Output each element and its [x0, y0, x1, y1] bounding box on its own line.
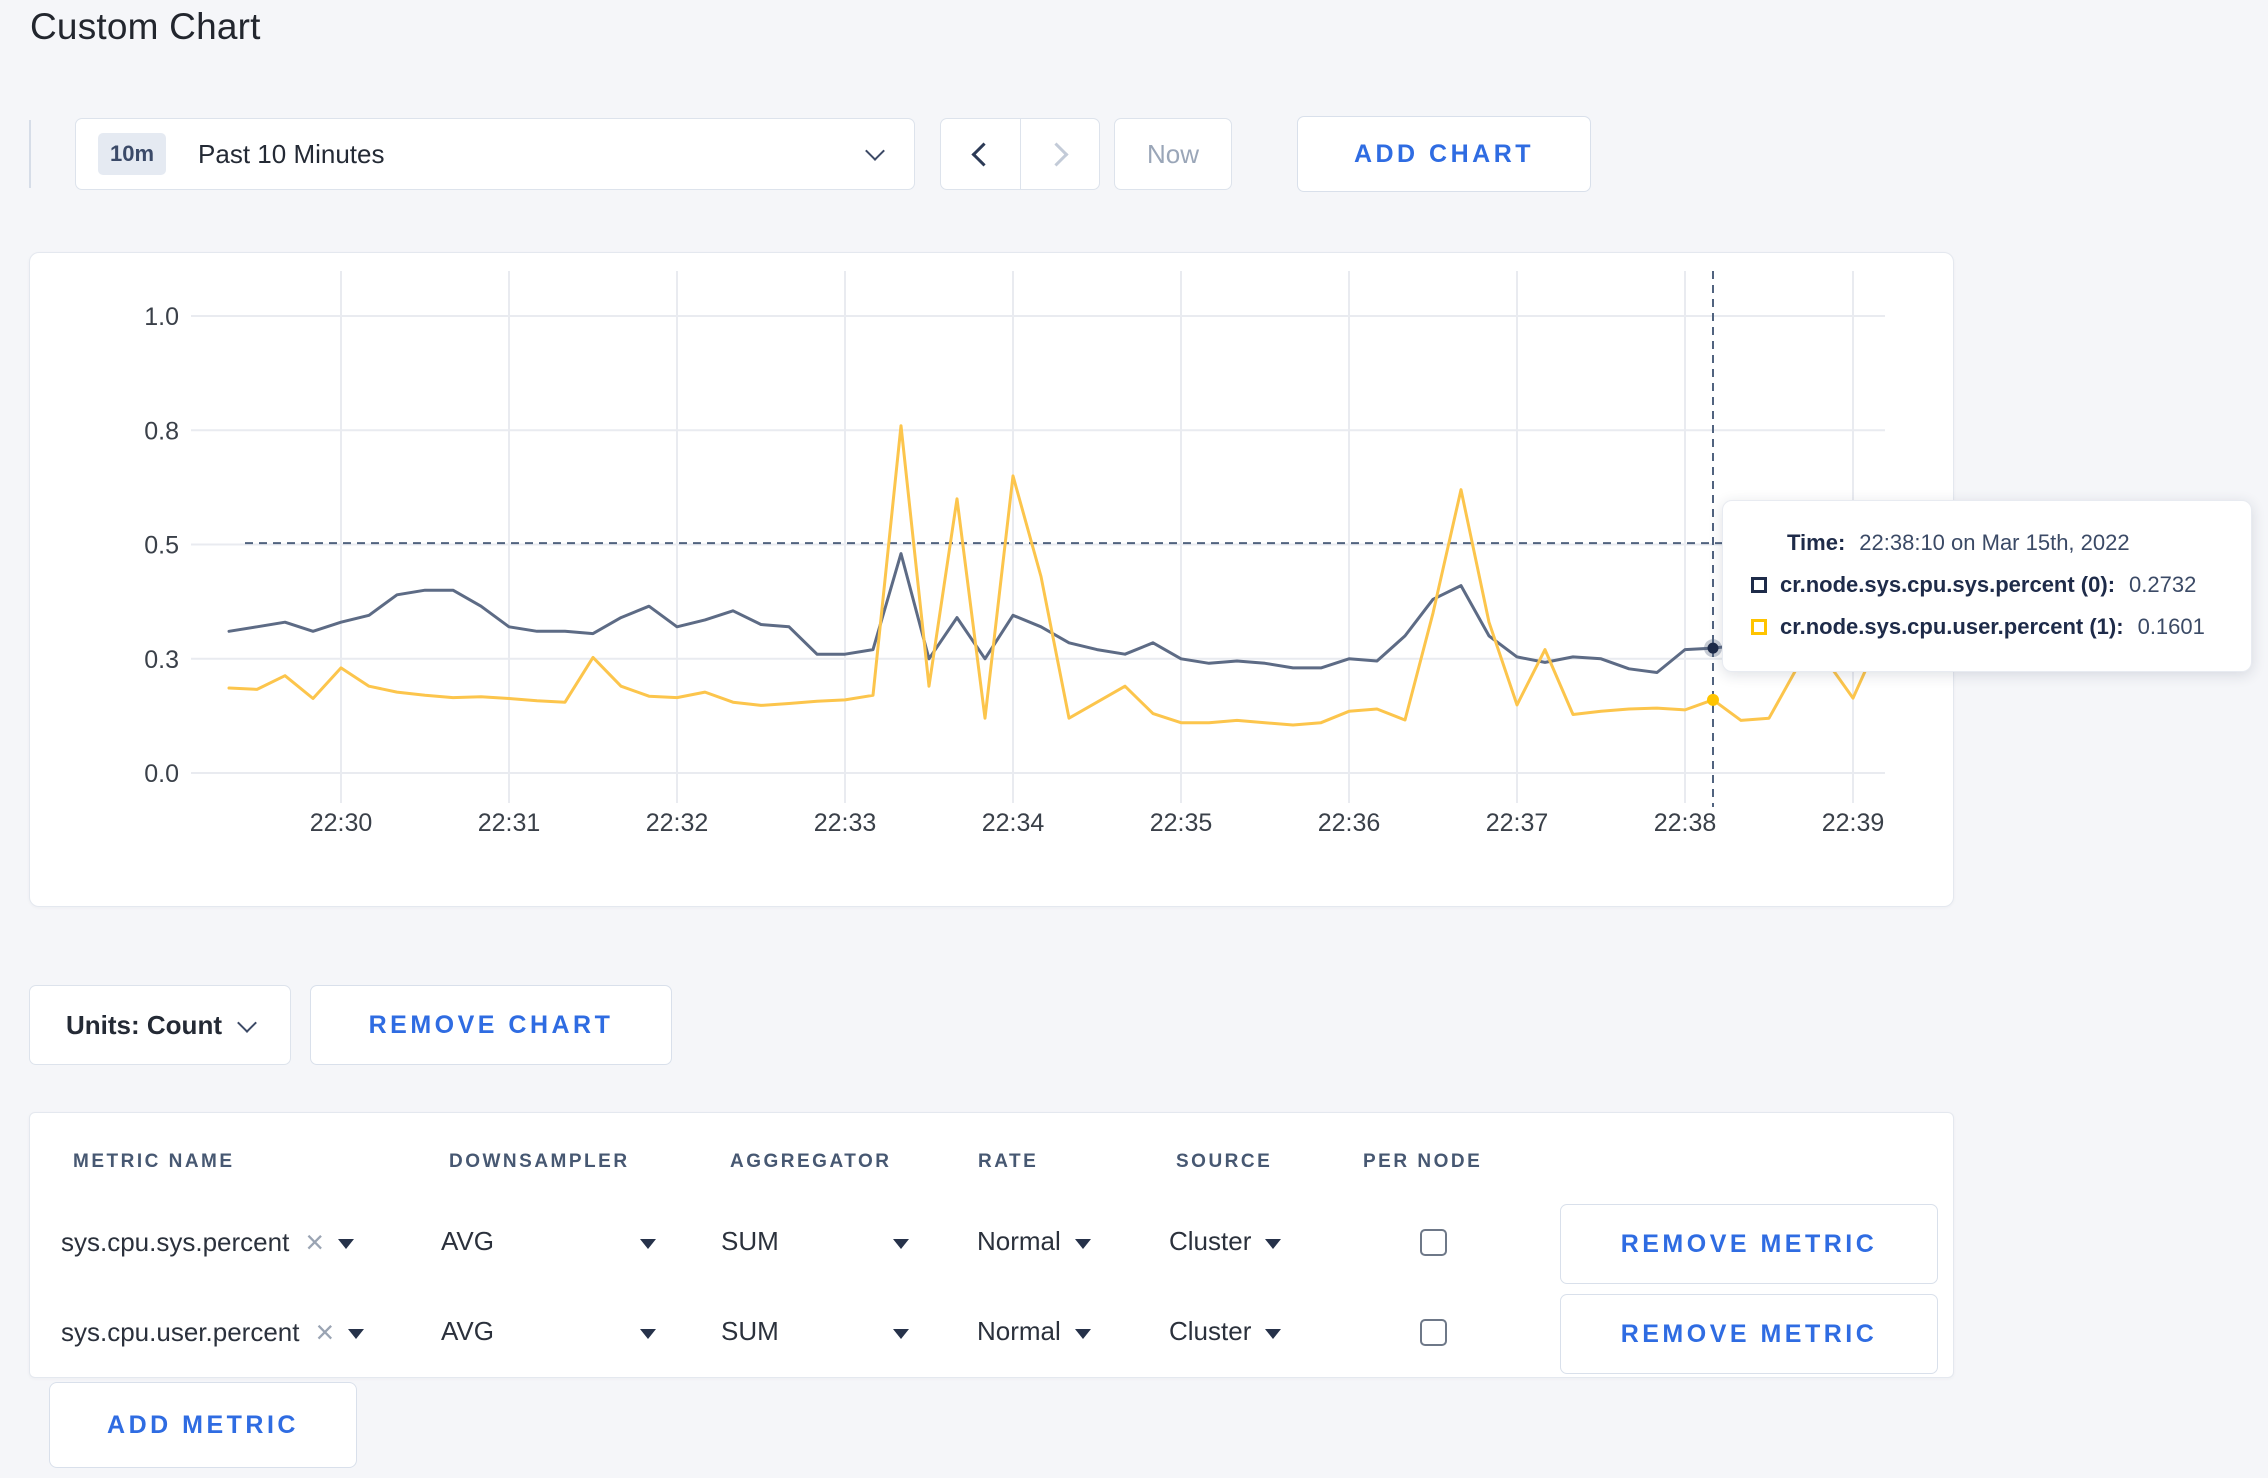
tooltip-sys-name: cr.node.sys.cpu.sys.percent (0): [1780, 572, 2116, 597]
add-chart-button[interactable]: ADD CHART [1297, 116, 1591, 192]
col-header-aggregator: AGGREGATOR [730, 1151, 892, 1172]
downsampler-select[interactable]: AVG [441, 1226, 656, 1257]
aggregator-select[interactable]: SUM [721, 1226, 909, 1257]
x-tick-label: 22:31 [478, 809, 541, 837]
source-value: Cluster [1169, 1226, 1252, 1256]
caret-down-icon [1265, 1238, 1282, 1249]
chart-hover-tooltip: Time: 22:38:10 on Mar 15th, 2022 cr.node… [1722, 500, 2252, 672]
x-tick-label: 22:34 [982, 809, 1045, 837]
x-tick-label: 22:37 [1486, 809, 1549, 837]
add-metric-button[interactable]: ADD METRIC [49, 1382, 357, 1468]
source-select[interactable]: Cluster [1169, 1226, 1282, 1257]
x-tick-label: 22:33 [814, 809, 877, 837]
caret-down-icon [640, 1328, 656, 1339]
tooltip-time-value: 22:38:10 on Mar 15th, 2022 [1859, 530, 2130, 555]
y-tick-label: 0.3 [144, 646, 179, 674]
sys-series-swatch-icon [1751, 577, 1767, 593]
aggregator-value: SUM [721, 1316, 779, 1346]
x-tick-label: 22:39 [1822, 809, 1885, 837]
tooltip-series-row: cr.node.sys.cpu.user.percent (1): 0.1601 [1751, 610, 2227, 644]
caret-down-icon [1074, 1238, 1091, 1249]
series-line [227, 552, 1911, 674]
caret-down-icon [1074, 1328, 1091, 1339]
caret-down-icon [893, 1328, 909, 1339]
page-title: Custom Chart [30, 6, 261, 47]
time-window-badge: 10m [98, 133, 167, 175]
chevron-down-icon [865, 141, 885, 161]
time-forward-button[interactable] [1021, 119, 1100, 189]
time-nav-group [940, 118, 1100, 190]
time-back-button[interactable] [941, 119, 1020, 189]
chevron-right-icon [1044, 141, 1069, 167]
chart-canvas[interactable]: 1.0 0.8 0.5 0.3 0.0 22:30 22:31 22:32 22:33 22:34… [30, 253, 1953, 906]
chevron-left-icon [971, 141, 996, 167]
source-select[interactable]: Cluster [1169, 1316, 1282, 1347]
remove-chart-button[interactable]: REMOVE CHART [310, 985, 672, 1065]
x-tick-label: 22:35 [1150, 809, 1213, 837]
y-tick-label: 0.0 [144, 760, 179, 788]
user-series-swatch-icon [1751, 619, 1767, 635]
caret-down-icon [338, 1239, 354, 1249]
y-tick-label: 1.0 [144, 303, 179, 331]
caret-down-icon [348, 1329, 365, 1339]
per-node-checkbox[interactable] [1420, 1319, 1447, 1346]
per-node-checkbox[interactable] [1420, 1229, 1447, 1256]
col-header-per-node: PER NODE [1363, 1151, 1483, 1172]
metric-name-value: sys.cpu.user.percent [61, 1316, 300, 1347]
remove-metric-x-icon[interactable]: × [315, 1316, 334, 1348]
x-tick-label: 22:32 [646, 809, 709, 837]
downsampler-value: AVG [441, 1226, 494, 1256]
x-tick-label: 22:36 [1318, 809, 1381, 837]
downsampler-value: AVG [441, 1316, 494, 1346]
user-point-dot [1707, 693, 1719, 706]
caret-down-icon [1265, 1328, 1282, 1339]
aggregator-value: SUM [721, 1226, 779, 1256]
x-tick-label: 22:30 [310, 809, 373, 837]
chart-card: 1.0 0.8 0.5 0.3 0.0 22:30 22:31 22:32 22:33 22:34… [29, 252, 1954, 907]
rate-value: Normal [977, 1226, 1061, 1256]
col-header-rate: RATE [978, 1151, 1039, 1172]
source-value: Cluster [1169, 1316, 1252, 1346]
metric-name-select[interactable]: sys.cpu.sys.percent × [61, 1226, 354, 1258]
metrics-table: METRIC NAME DOWNSAMPLER AGGREGATOR RATE … [29, 1112, 1954, 1378]
time-window-dropdown[interactable]: 10m Past 10 Minutes [75, 118, 915, 190]
toolbar-divider [29, 120, 31, 188]
metric-name-value: sys.cpu.sys.percent [61, 1226, 290, 1257]
x-tick-label: 22:38 [1654, 809, 1717, 837]
tooltip-time-row: Time: 22:38:10 on Mar 15th, 2022 [1787, 526, 2227, 560]
caret-down-icon [893, 1238, 909, 1249]
remove-metric-button[interactable]: REMOVE METRIC [1560, 1294, 1938, 1374]
custom-chart-page: Custom Chart 10m Past 10 Minutes Now ADD… [0, 0, 2268, 1478]
downsampler-select[interactable]: AVG [441, 1316, 656, 1347]
chevron-down-icon [237, 1013, 257, 1033]
tooltip-time-label: Time: [1787, 530, 1846, 555]
rate-select[interactable]: Normal [977, 1226, 1091, 1257]
aggregator-select[interactable]: SUM [721, 1316, 909, 1347]
sys-point-dot [1707, 642, 1719, 654]
remove-metric-button[interactable]: REMOVE METRIC [1560, 1204, 1938, 1284]
now-button[interactable]: Now [1114, 118, 1232, 190]
rate-select[interactable]: Normal [977, 1316, 1091, 1347]
col-header-downsampler: DOWNSAMPLER [449, 1151, 630, 1172]
units-dropdown[interactable]: Units: Count [29, 985, 291, 1065]
caret-down-icon [640, 1238, 656, 1249]
y-tick-label: 0.5 [144, 532, 179, 560]
tooltip-sys-value: 0.2732 [2129, 572, 2197, 597]
time-window-label: Past 10 Minutes [198, 138, 385, 169]
rate-value: Normal [977, 1316, 1061, 1346]
tooltip-series-row: cr.node.sys.cpu.sys.percent (0): 0.2732 [1751, 568, 2227, 602]
series-line [227, 424, 1911, 727]
metric-name-select[interactable]: sys.cpu.user.percent × [61, 1316, 365, 1348]
remove-metric-x-icon[interactable]: × [305, 1226, 324, 1258]
col-header-metric-name: METRIC NAME [73, 1151, 235, 1172]
tooltip-user-name: cr.node.sys.cpu.user.percent (1): [1780, 614, 2124, 639]
units-label: Units: Count [66, 1009, 222, 1040]
col-header-source: SOURCE [1176, 1151, 1273, 1172]
y-tick-label: 0.8 [144, 417, 179, 445]
tooltip-user-value: 0.1601 [2137, 614, 2205, 639]
